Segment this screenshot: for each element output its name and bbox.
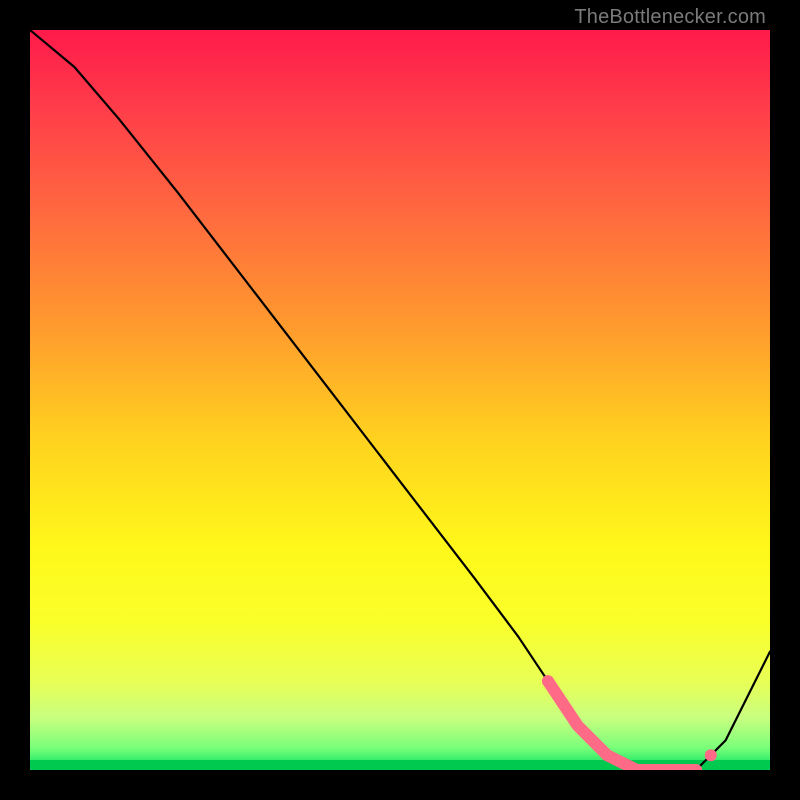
watermark-text: TheBottlenecker.com bbox=[574, 6, 766, 29]
chart-frame: TheBottlenecker.com bbox=[0, 0, 800, 800]
highlight-dots bbox=[542, 675, 717, 770]
highlight-dot bbox=[705, 749, 717, 761]
highlight-dot bbox=[557, 697, 569, 709]
highlight-band-path bbox=[548, 681, 696, 770]
plot-area bbox=[30, 30, 770, 770]
bottleneck-curve bbox=[30, 30, 770, 770]
curve-path bbox=[30, 30, 770, 770]
highlight-dot bbox=[542, 675, 554, 687]
